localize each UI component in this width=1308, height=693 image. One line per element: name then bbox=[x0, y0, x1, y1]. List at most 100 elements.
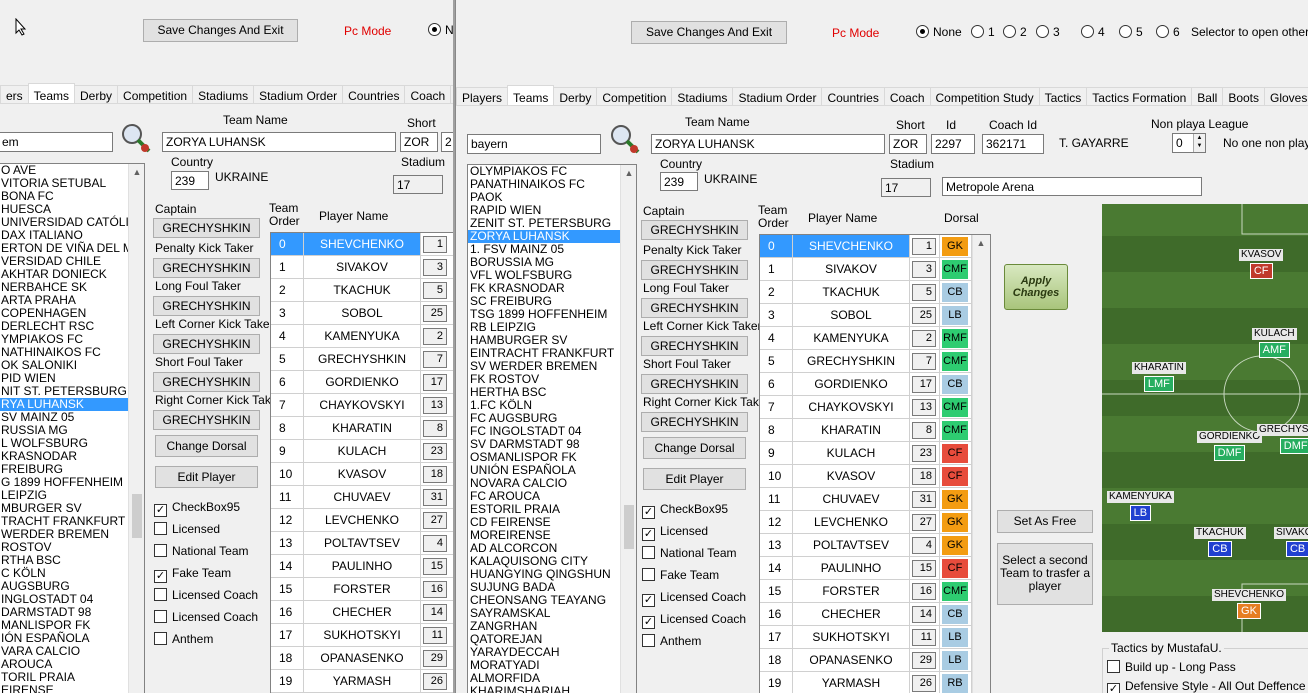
table-row[interactable]: 10 KVASOV 18 CF bbox=[760, 465, 990, 488]
player-grid-scrollbar[interactable]: ▲ bbox=[972, 235, 990, 693]
checkbox-box[interactable]: ✓ bbox=[642, 506, 655, 519]
table-row[interactable]: 2 TKACHUK 5 bbox=[271, 279, 453, 302]
table-row[interactable]: 10 KVASOV 18 bbox=[271, 463, 453, 486]
checkbox-box[interactable]: ✓ bbox=[154, 570, 167, 583]
tab-stadiums[interactable]: Stadiums bbox=[192, 85, 255, 103]
dorsal-value[interactable]: 15 bbox=[423, 558, 447, 575]
pitch-player[interactable]: KULACH AMF bbox=[1252, 328, 1297, 358]
dorsal-cell[interactable]: 17 bbox=[421, 371, 453, 394]
checkbox-licensed-coach[interactable]: ✓ Licensed Coach bbox=[642, 590, 746, 607]
table-row[interactable]: 6 GORDIENKO 17 bbox=[271, 371, 453, 394]
stadium-id-input[interactable]: 17 bbox=[881, 178, 931, 197]
tab-competiti[interactable]: Competiti bbox=[450, 85, 453, 103]
dorsal-cell[interactable]: 13 bbox=[910, 396, 940, 419]
team-list[interactable]: O AVE VITORIA SETUBAL BONA FC HUESCA UNIVERS… bbox=[0, 163, 145, 693]
tab-stadium-order[interactable]: Stadium Order bbox=[253, 85, 344, 103]
id-input[interactable]: 2 bbox=[441, 132, 453, 152]
dorsal-cell[interactable]: 1 bbox=[421, 233, 453, 256]
tab-stadium-order[interactable]: Stadium Order bbox=[732, 87, 823, 105]
dorsal-value[interactable]: 11 bbox=[423, 627, 447, 644]
dorsal-cell[interactable]: 14 bbox=[421, 601, 453, 624]
edit-player-button[interactable]: Edit Player bbox=[155, 466, 258, 488]
dorsal-value[interactable]: 15 bbox=[912, 560, 936, 577]
formation-pitch[interactable]: KVASOV CF KULACH AMF KHARATIN LMF GORDIENKO DMF… bbox=[1102, 204, 1308, 632]
role-taker-button[interactable]: GRECHYSHKIN bbox=[641, 298, 748, 318]
list-item[interactable]: EIRENSE bbox=[0, 684, 144, 693]
dorsal-value[interactable]: 17 bbox=[423, 374, 447, 391]
mode-radio-5[interactable]: 5 bbox=[1119, 25, 1143, 39]
tab-countries[interactable]: Countries bbox=[342, 85, 406, 103]
table-row[interactable]: 16 CHECHER 14 CB bbox=[760, 603, 990, 626]
edit-player-button[interactable]: Edit Player bbox=[643, 468, 746, 490]
dorsal-cell[interactable]: 13 bbox=[421, 394, 453, 417]
checkbox-anthem[interactable]: Anthem bbox=[154, 632, 213, 648]
checkbox-box[interactable] bbox=[154, 632, 167, 645]
dorsal-value[interactable]: 23 bbox=[423, 443, 447, 460]
checkbox-box[interactable] bbox=[154, 610, 167, 623]
dorsal-cell[interactable]: 14 bbox=[910, 603, 940, 626]
dorsal-cell[interactable]: 15 bbox=[421, 555, 453, 578]
scroll-thumb[interactable] bbox=[624, 505, 634, 549]
table-row[interactable]: 7 CHAYKOVSKYI 13 CMF bbox=[760, 396, 990, 419]
table-row[interactable]: 4 KAMENYUKA 2 bbox=[271, 325, 453, 348]
checkbox-box[interactable] bbox=[154, 522, 167, 535]
dorsal-value[interactable]: 16 bbox=[423, 581, 447, 598]
role-taker-button[interactable]: GRECHYSHKIN bbox=[641, 336, 748, 356]
tab-tactics-formation[interactable]: Tactics Formation bbox=[1086, 87, 1193, 105]
checkbox-fake-team[interactable]: ✓ Fake Team bbox=[154, 566, 231, 583]
checkbox-licensed-coach[interactable]: Licensed Coach bbox=[154, 588, 258, 604]
table-row[interactable]: 7 CHAYKOVSKYI 13 bbox=[271, 394, 453, 417]
table-row[interactable]: 13 POLTAVTSEV 4 bbox=[271, 532, 453, 555]
dorsal-value[interactable]: 2 bbox=[423, 328, 447, 345]
dorsal-cell[interactable]: 31 bbox=[421, 486, 453, 509]
dorsal-cell[interactable]: 3 bbox=[910, 258, 940, 281]
radio-circle[interactable] bbox=[1003, 25, 1016, 38]
tab-competition[interactable]: Competition bbox=[596, 87, 673, 105]
table-row[interactable]: 6 GORDIENKO 17 CB bbox=[760, 373, 990, 396]
tactics-checkbox[interactable]: ✓ Defensive Style - All Out Deffence bbox=[1107, 679, 1306, 693]
dorsal-cell[interactable]: 29 bbox=[421, 647, 453, 670]
table-row[interactable]: 18 OPANASENKO 29 LB bbox=[760, 649, 990, 672]
mode-radio-4[interactable]: 4 bbox=[1081, 25, 1105, 39]
mode-radio-2[interactable]: 2 bbox=[1003, 25, 1027, 39]
table-row[interactable]: 19 YARMASH 26 bbox=[271, 670, 453, 693]
table-row[interactable]: 19 YARMASH 26 RB bbox=[760, 672, 990, 693]
dorsal-value[interactable]: 26 bbox=[912, 675, 936, 692]
dorsal-cell[interactable]: 3 bbox=[421, 256, 453, 279]
mode-radio-3[interactable]: 3 bbox=[1036, 25, 1060, 39]
checkbox-box[interactable]: ✓ bbox=[154, 504, 167, 517]
table-row[interactable]: 11 CHUVAEV 31 GK bbox=[760, 488, 990, 511]
radio-circle[interactable] bbox=[1036, 25, 1049, 38]
scroll-up-icon[interactable]: ▲ bbox=[973, 235, 989, 251]
spinner-arrows-icon[interactable]: ▲ ▼ bbox=[1193, 134, 1205, 152]
pitch-player[interactable]: KHARATIN LMF bbox=[1132, 362, 1186, 392]
checkbox-box[interactable]: ✓ bbox=[1107, 683, 1120, 693]
team-id-input[interactable]: 2297 bbox=[931, 134, 975, 154]
dorsal-value[interactable]: 31 bbox=[912, 491, 936, 508]
tab-tactics[interactable]: Tactics bbox=[1038, 87, 1088, 105]
table-row[interactable]: 3 SOBOL 25 LB bbox=[760, 304, 990, 327]
dorsal-cell[interactable]: 18 bbox=[421, 463, 453, 486]
change-dorsal-button[interactable]: Change Dorsal bbox=[643, 437, 746, 459]
select-second-team-button[interactable]: Select a second Team to trasfer a player bbox=[997, 543, 1093, 605]
dorsal-cell[interactable]: 25 bbox=[910, 304, 940, 327]
pitch-player[interactable]: KAMENYUKA LB bbox=[1107, 491, 1174, 521]
dorsal-cell[interactable]: 23 bbox=[421, 440, 453, 463]
table-row[interactable]: 1 SIVAKOV 3 CMF bbox=[760, 258, 990, 281]
mode-radio-1[interactable]: 1 bbox=[971, 25, 995, 39]
pitch-player[interactable]: GRECHYSHKIN DMF bbox=[1257, 424, 1308, 454]
checkbox-licensed[interactable]: Licensed bbox=[154, 522, 220, 538]
dorsal-value[interactable]: 14 bbox=[912, 606, 936, 623]
mode-radio-none[interactable]: N bbox=[428, 23, 453, 37]
dorsal-value[interactable]: 27 bbox=[423, 512, 447, 529]
country-id-input[interactable]: 239 bbox=[660, 172, 698, 191]
dorsal-value[interactable]: 1 bbox=[423, 236, 447, 253]
checkbox-licensed-coach[interactable]: ✓ Licensed Coach bbox=[642, 612, 746, 629]
dorsal-cell[interactable]: 26 bbox=[421, 670, 453, 693]
radio-circle[interactable] bbox=[971, 25, 984, 38]
checkbox-box[interactable] bbox=[642, 546, 655, 559]
dorsal-cell[interactable]: 23 bbox=[910, 442, 940, 465]
checkbox-box[interactable]: ✓ bbox=[642, 616, 655, 629]
search-icon[interactable] bbox=[119, 121, 153, 155]
list-item[interactable]: KHARIMSHARIAH bbox=[468, 685, 636, 693]
